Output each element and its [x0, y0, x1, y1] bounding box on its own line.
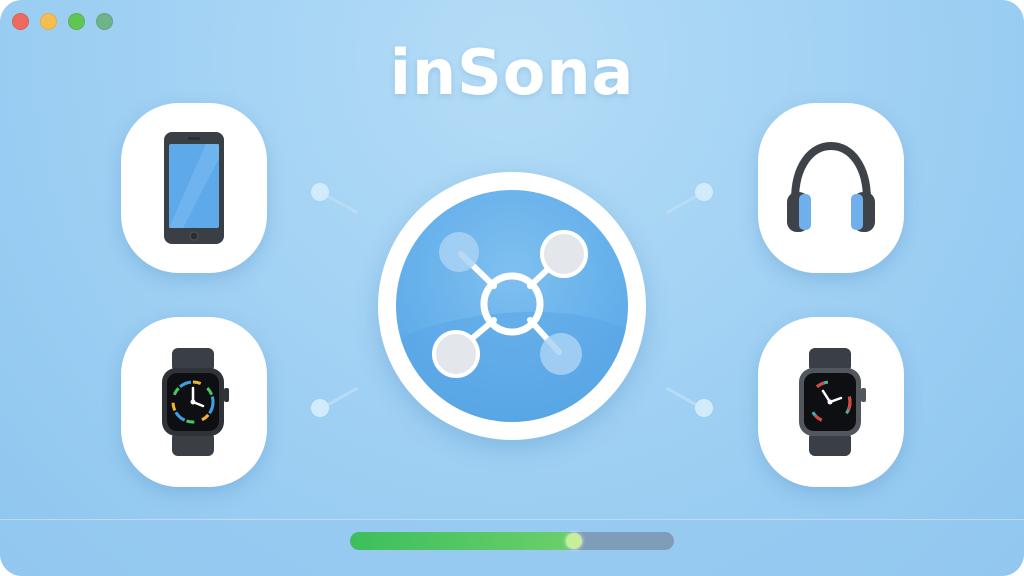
progress-bar	[350, 532, 674, 550]
connector-dot	[695, 183, 713, 201]
app-window: inSona	[0, 0, 1024, 576]
network-hub-button[interactable]	[396, 190, 628, 422]
smartwatch-icon	[799, 348, 866, 456]
network-hub-icon	[396, 230, 628, 422]
device-card-headphones[interactable]	[758, 103, 904, 273]
device-card-watch-right[interactable]	[758, 317, 904, 487]
progress-handle[interactable]	[565, 533, 582, 549]
connector-dot	[311, 399, 329, 417]
connector-dot	[695, 399, 713, 417]
headphones-icon	[787, 141, 875, 232]
smartwatch-icon	[162, 348, 229, 456]
device-card-watch-left[interactable]	[121, 317, 267, 487]
connector-dot	[311, 183, 329, 201]
progress-fill	[350, 532, 574, 550]
smartphone-icon	[164, 132, 224, 244]
device-card-phone[interactable]	[121, 103, 267, 273]
